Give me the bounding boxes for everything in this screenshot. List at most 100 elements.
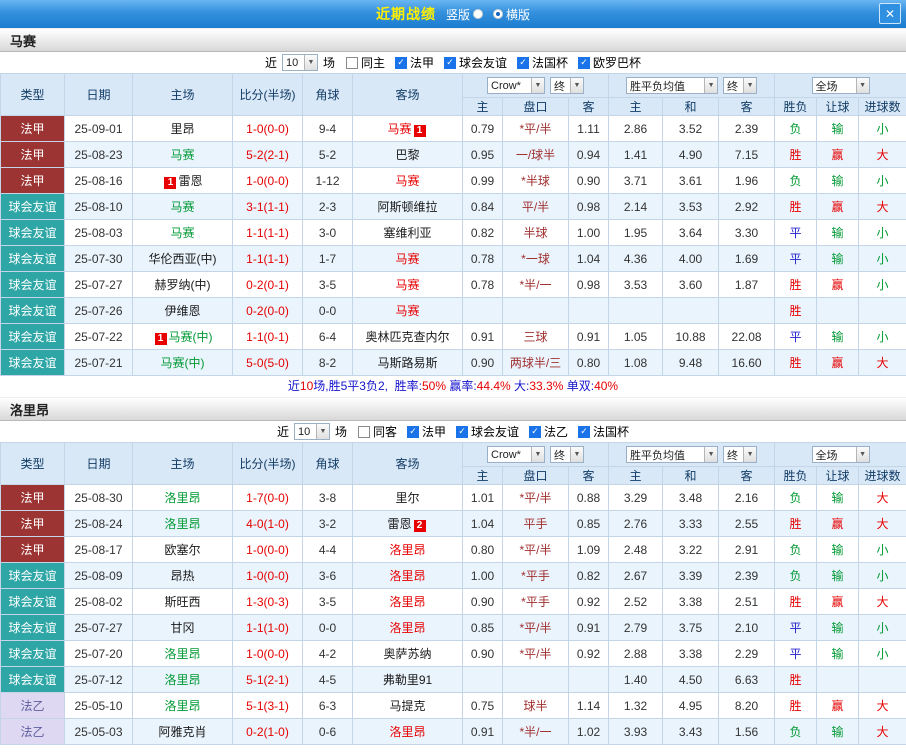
odds-company-select[interactable]: Crow*▼ [487,446,545,463]
league-type-cell: 法甲 [1,116,65,142]
filter-checkbox[interactable]: ✓法国杯 [578,423,629,440]
result-cell: 小 [859,168,906,194]
avg-odds-cell [719,298,775,324]
chevron-down-icon: ▼ [304,55,317,70]
odds-cell: 0.80 [463,537,503,563]
away-team-cell: 马提克 [353,693,463,719]
checkbox-unchecked-icon[interactable] [346,57,358,69]
home-team-cell: 马赛 [133,194,233,220]
result-cell: 大 [859,589,906,615]
league-type-cell: 法乙 [1,693,65,719]
match-row: 法乙25-05-03阿雅克肖0-2(1-0)0-6洛里昂0.91*半/一1.02… [1,719,906,745]
date-cell: 25-07-30 [65,246,133,272]
checkbox-checked-icon[interactable]: ✓ [529,426,541,438]
filter-checkbox[interactable]: ✓球会友谊 [444,54,507,71]
odds-cell: 1.01 [463,485,503,511]
checkbox-checked-icon[interactable]: ✓ [407,426,419,438]
subcol-odds-home: 主 [463,98,503,116]
radio-horizontal-label[interactable]: 横版 [506,6,530,23]
summary-segment: 40% [594,379,618,393]
avg-final-select[interactable]: 终▼ [723,446,757,463]
odds-cell: 0.85 [569,511,609,537]
handicap-cell: *半球 [503,168,569,194]
odds-company-select[interactable]: Crow*▼ [487,77,545,94]
subcol-avg-home: 主 [609,467,663,485]
filter-checkbox-label: 法甲 [422,423,446,440]
odds-cell: 0.90 [463,350,503,376]
odds-cell: 1.04 [463,511,503,537]
win-draw-lose-avg-select[interactable]: 胜平负均值▼ [626,446,718,463]
radio-unselected-icon[interactable] [473,9,483,19]
checkbox-unchecked-icon[interactable] [358,426,370,438]
filter-checkbox[interactable]: ✓法国杯 [517,54,568,71]
fulltime-select[interactable]: 全场▼ [812,446,870,463]
radio-vertical-label[interactable]: 竖版 [446,6,470,23]
result-cell: 胜 [775,589,817,615]
odds-final-select[interactable]: 终▼ [550,446,584,463]
odds-cell [569,667,609,693]
away-team-cell: 弗勒里91 [353,667,463,693]
league-type-cell: 法乙 [1,719,65,745]
checkbox-checked-icon[interactable]: ✓ [517,57,529,69]
filter-bar-marseille: 近 10 ▼ 场 同主✓法甲✓球会友谊✓法国杯✓欧罗巴杯 [0,52,906,73]
odds-final-select[interactable]: 终▼ [550,77,584,94]
filter-checkbox[interactable]: ✓法乙 [529,423,568,440]
team-name: 洛里昂 [164,517,200,531]
odds-cell: 0.92 [569,641,609,667]
team-section-name: 马赛 [10,31,36,50]
score-cell: 1-0(0-0) [233,537,303,563]
league-type-cell: 法甲 [1,485,65,511]
avg-final-select[interactable]: 终▼ [723,77,757,94]
date-cell: 25-05-03 [65,719,133,745]
date-cell: 25-07-27 [65,615,133,641]
result-cell: 赢 [817,693,859,719]
filter-checkbox[interactable]: ✓法甲 [395,54,434,71]
match-row: 球会友谊25-07-27赫罗纳(中)0-2(0-1)3-5马赛0.78*半/一0… [1,272,906,298]
date-cell: 25-08-24 [65,511,133,537]
avg-odds-cell: 3.30 [719,220,775,246]
result-cell: 胜 [775,667,817,693]
filter-checkbox[interactable]: 同客 [358,423,397,440]
subcol-goals: 进球数 [859,98,906,116]
recent-count-select[interactable]: 10 ▼ [282,54,318,71]
filter-checkbox[interactable]: ✓法甲 [407,423,446,440]
home-team-cell: 洛里昂 [133,667,233,693]
away-team-cell: 奥萨苏纳 [353,641,463,667]
close-button[interactable]: ✕ [879,3,901,24]
handicap-cell: *一球 [503,246,569,272]
odds-cell: 0.91 [569,324,609,350]
corner-cell: 0-0 [303,615,353,641]
team-name: 洛里昂 [389,725,425,739]
match-row: 球会友谊25-08-02斯旺西1-3(0-3)3-5洛里昂0.90*平手0.92… [1,589,906,615]
radio-horizontal-layout[interactable]: 横版 [493,6,530,23]
recent-count-select[interactable]: 10 ▼ [294,423,330,440]
checkbox-checked-icon[interactable]: ✓ [444,57,456,69]
team-name: 洛里昂 [389,569,425,583]
filter-checkbox[interactable]: 同主 [346,54,385,71]
chevron-down-icon: ▼ [531,447,544,462]
checkbox-checked-icon[interactable]: ✓ [395,57,407,69]
result-cell [817,298,859,324]
radio-vertical-layout[interactable]: 竖版 [446,6,483,23]
filter-checkbox[interactable]: ✓欧罗巴杯 [578,54,641,71]
team-name: 甘冈 [170,621,194,635]
checkbox-checked-icon[interactable]: ✓ [578,57,590,69]
odds-cell: 1.02 [569,719,609,745]
checkbox-checked-icon[interactable]: ✓ [456,426,468,438]
avg-odds-cell: 2.67 [609,563,663,589]
team-name: 洛里昂 [164,647,200,661]
avg-odds-cell: 16.60 [719,350,775,376]
fulltime-select[interactable]: 全场▼ [812,77,870,94]
away-team-cell: 洛里昂 [353,615,463,641]
team-name: 洛里昂 [164,491,200,505]
match-row: 法乙25-05-10洛里昂5-1(3-1)6-3马提克0.75球半1.141.3… [1,693,906,719]
chevron-down-icon: ▼ [743,447,756,462]
checkbox-checked-icon[interactable]: ✓ [578,426,590,438]
corner-cell: 1-12 [303,168,353,194]
handicap-cell: *半/一 [503,272,569,298]
team-name: 马赛 [387,122,411,136]
filter-checkbox[interactable]: ✓球会友谊 [456,423,519,440]
result-cell: 输 [817,563,859,589]
radio-selected-icon[interactable] [493,9,503,19]
win-draw-lose-avg-select[interactable]: 胜平负均值▼ [626,77,718,94]
